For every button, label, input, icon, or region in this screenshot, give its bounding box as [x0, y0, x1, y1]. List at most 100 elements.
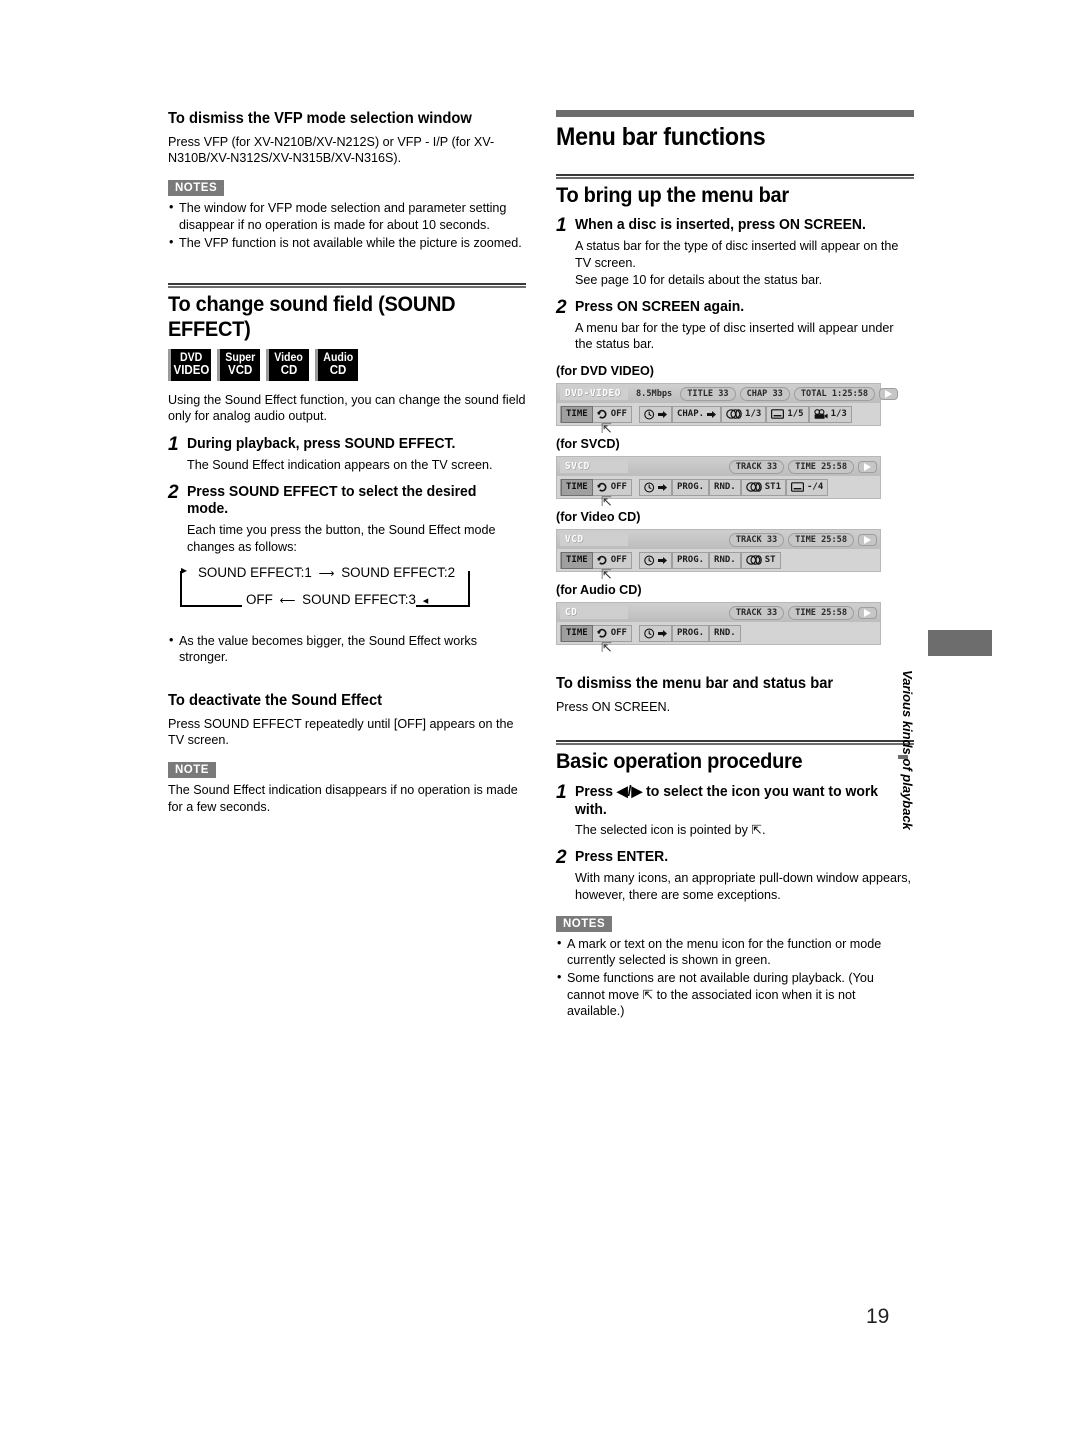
- bring-up-step-1: 1 When a disc is inserted, press ON SCRE…: [556, 215, 914, 237]
- step-number: 1: [556, 782, 567, 804]
- arrow-right-icon: ▸: [181, 562, 188, 577]
- step-body: Each time you press the button, the Soun…: [187, 523, 496, 554]
- osd-time-button[interactable]: TIME: [561, 478, 593, 496]
- osd-subtitle-label: 1/5: [787, 409, 804, 420]
- status-badge: TIME 25:58: [788, 605, 854, 620]
- notes-tag: NOTES: [556, 915, 613, 932]
- vfp-dismiss-heading: To dismiss the VFP mode selection window: [168, 110, 472, 127]
- step-body: The selected icon is pointed by ⇱.: [575, 822, 914, 839]
- osd-time-button[interactable]: TIME: [561, 405, 593, 423]
- step-number: 2: [556, 296, 567, 318]
- osd-random-button[interactable]: RND.: [709, 624, 741, 642]
- deactivate-heading: To deactivate the Sound Effect: [168, 691, 383, 709]
- osd-time-search-button[interactable]: [638, 478, 672, 496]
- osd-status-bar: VCD TRACK 33 TIME 25:58: [557, 530, 880, 550]
- divider: [556, 740, 914, 746]
- osd-program-button[interactable]: PROG.: [671, 624, 710, 642]
- bring-up-step-2: 2 Press ON SCREEN again.: [556, 296, 914, 318]
- note-tag: NOTE: [168, 762, 216, 779]
- osd-label-svcd: (for SVCD): [556, 437, 620, 452]
- sound-effect-bullets: As the value becomes bigger, the Sound E…: [168, 631, 526, 666]
- notes-tag: NOTES: [168, 180, 225, 197]
- osd-program-button[interactable]: PROG.: [671, 551, 710, 569]
- subtitle-icon: [791, 482, 804, 492]
- step-body: With many icons, an appropriate pull-dow…: [575, 871, 912, 902]
- osd-repeat-button[interactable]: OFF: [593, 553, 631, 568]
- osd-disc-type: SVCD: [560, 460, 628, 474]
- audio-icon: [745, 555, 762, 565]
- osd-audio-button[interactable]: 1/3: [721, 405, 767, 423]
- osd-repeat-button[interactable]: OFF: [593, 407, 631, 422]
- disc-badge-line2: CD: [280, 363, 298, 378]
- sound-effect-intro: Using the Sound Effect function, you can…: [168, 392, 526, 424]
- osd-time-search-button[interactable]: [638, 551, 672, 569]
- osd-menu-bar-vcd: VCD TRACK 33 TIME 25:58 TIME OFF PROG. R…: [556, 529, 881, 581]
- section-divider: [556, 110, 914, 117]
- osd-repeat-button[interactable]: OFF: [593, 626, 631, 641]
- right-column: Menu bar functions To bring up the menu …: [556, 110, 914, 1030]
- osd-menu-bar-dvd: DVD-VIDEO 8.5Mbps TITLE 33 CHAP 33 TOTAL…: [556, 383, 899, 435]
- osd-chapter-search-button[interactable]: CHAP.: [671, 405, 722, 423]
- osd-subtitle-button[interactable]: 1/5: [766, 405, 809, 423]
- basic-notes-list: A mark or text on the menu icon for the …: [556, 935, 914, 1021]
- time-repeat-group[interactable]: TIME OFF: [560, 405, 632, 423]
- arrow-left-icon: ⟵: [276, 594, 299, 607]
- status-badge: TRACK 33: [728, 459, 785, 474]
- arrow-right-icon: [707, 410, 717, 418]
- status-badge: TOTAL 1:25:58: [793, 386, 876, 401]
- side-tab-marker: [928, 630, 992, 656]
- deactivate-body: Press SOUND EFFECT repeatedly until [OFF…: [168, 716, 514, 748]
- time-repeat-group[interactable]: TIME OFF: [560, 478, 632, 496]
- osd-audio-button[interactable]: ST: [740, 551, 781, 569]
- side-tab-dash: [898, 755, 908, 759]
- osd-chapter-label: CHAP.: [676, 409, 705, 420]
- time-repeat-group[interactable]: TIME OFF: [560, 624, 632, 642]
- status-badge: TIME 25:58: [788, 532, 854, 547]
- step-title: Press ENTER.: [575, 849, 669, 866]
- step-number: 1: [556, 215, 567, 237]
- repeat-icon: [596, 482, 607, 492]
- arrow-right-icon: ⟶: [315, 567, 338, 580]
- osd-repeat-button[interactable]: OFF: [593, 480, 631, 495]
- osd-repeat-label: OFF: [610, 482, 627, 493]
- cycle-item-2: SOUND EFFECT:2: [341, 564, 456, 580]
- osd-time-search-button[interactable]: [638, 624, 672, 642]
- cycle-item-1: SOUND EFFECT:1: [198, 564, 312, 580]
- osd-audio-label: ST1: [764, 482, 781, 493]
- time-repeat-group[interactable]: TIME OFF: [560, 551, 632, 569]
- dismiss-menu-bar-body: Press ON SCREEN.: [556, 699, 671, 714]
- osd-audio-button[interactable]: ST1: [740, 478, 786, 496]
- sound-effect-cycle-diagram: ▸ SOUND EFFECT:1 ⟶ SOUND EFFECT:2 OFF ⟵ …: [176, 562, 501, 621]
- cycle-item-3: SOUND EFFECT:3: [302, 591, 416, 607]
- osd-time-search-button[interactable]: [638, 405, 672, 423]
- osd-status-bar: CD TRACK 33 TIME 25:58: [557, 603, 880, 623]
- repeat-icon: [596, 409, 607, 419]
- osd-random-button[interactable]: RND.: [709, 478, 741, 496]
- manual-page: To dismiss the VFP mode selection window…: [0, 0, 1080, 1454]
- bring-up-menu-bar-heading: To bring up the menu bar: [556, 182, 789, 207]
- osd-random-button[interactable]: RND.: [709, 551, 741, 569]
- osd-program-button[interactable]: PROG.: [671, 478, 710, 496]
- sound-effect-heading: To change sound field (SOUND EFFECT): [168, 292, 456, 341]
- step-body: A status bar for the type of disc insert…: [575, 239, 899, 287]
- list-item: A mark or text on the menu icon for the …: [556, 935, 914, 969]
- step-body: A menu bar for the type of disc inserted…: [575, 320, 894, 352]
- disc-badge-super-vcd: Super VCD: [217, 348, 260, 381]
- step-body: The Sound Effect indication appears on t…: [187, 458, 493, 473]
- osd-angle-button[interactable]: 1/3: [808, 405, 852, 423]
- osd-time-button[interactable]: TIME: [561, 551, 593, 569]
- play-icon: [858, 460, 877, 473]
- page-title: Menu bar functions: [556, 123, 766, 151]
- osd-label-dvd: (for DVD VIDEO): [556, 364, 654, 379]
- step-title: Press ON SCREEN again.: [575, 298, 745, 315]
- osd-subtitle-button[interactable]: -/4: [786, 478, 829, 496]
- status-badge: CHAP 33: [739, 386, 790, 401]
- list-item: As the value becomes bigger, the Sound E…: [168, 631, 526, 666]
- osd-angle-label: 1/3: [830, 409, 847, 420]
- diagram-line: [468, 570, 470, 605]
- vfp-notes-list: The window for VFP mode selection and pa…: [168, 199, 526, 251]
- status-badge: TIME 25:58: [788, 459, 854, 474]
- osd-status-bar: SVCD TRACK 33 TIME 25:58: [557, 457, 880, 477]
- osd-time-button[interactable]: TIME: [561, 624, 593, 642]
- pointer-cursor-icon: ⇱: [751, 823, 762, 838]
